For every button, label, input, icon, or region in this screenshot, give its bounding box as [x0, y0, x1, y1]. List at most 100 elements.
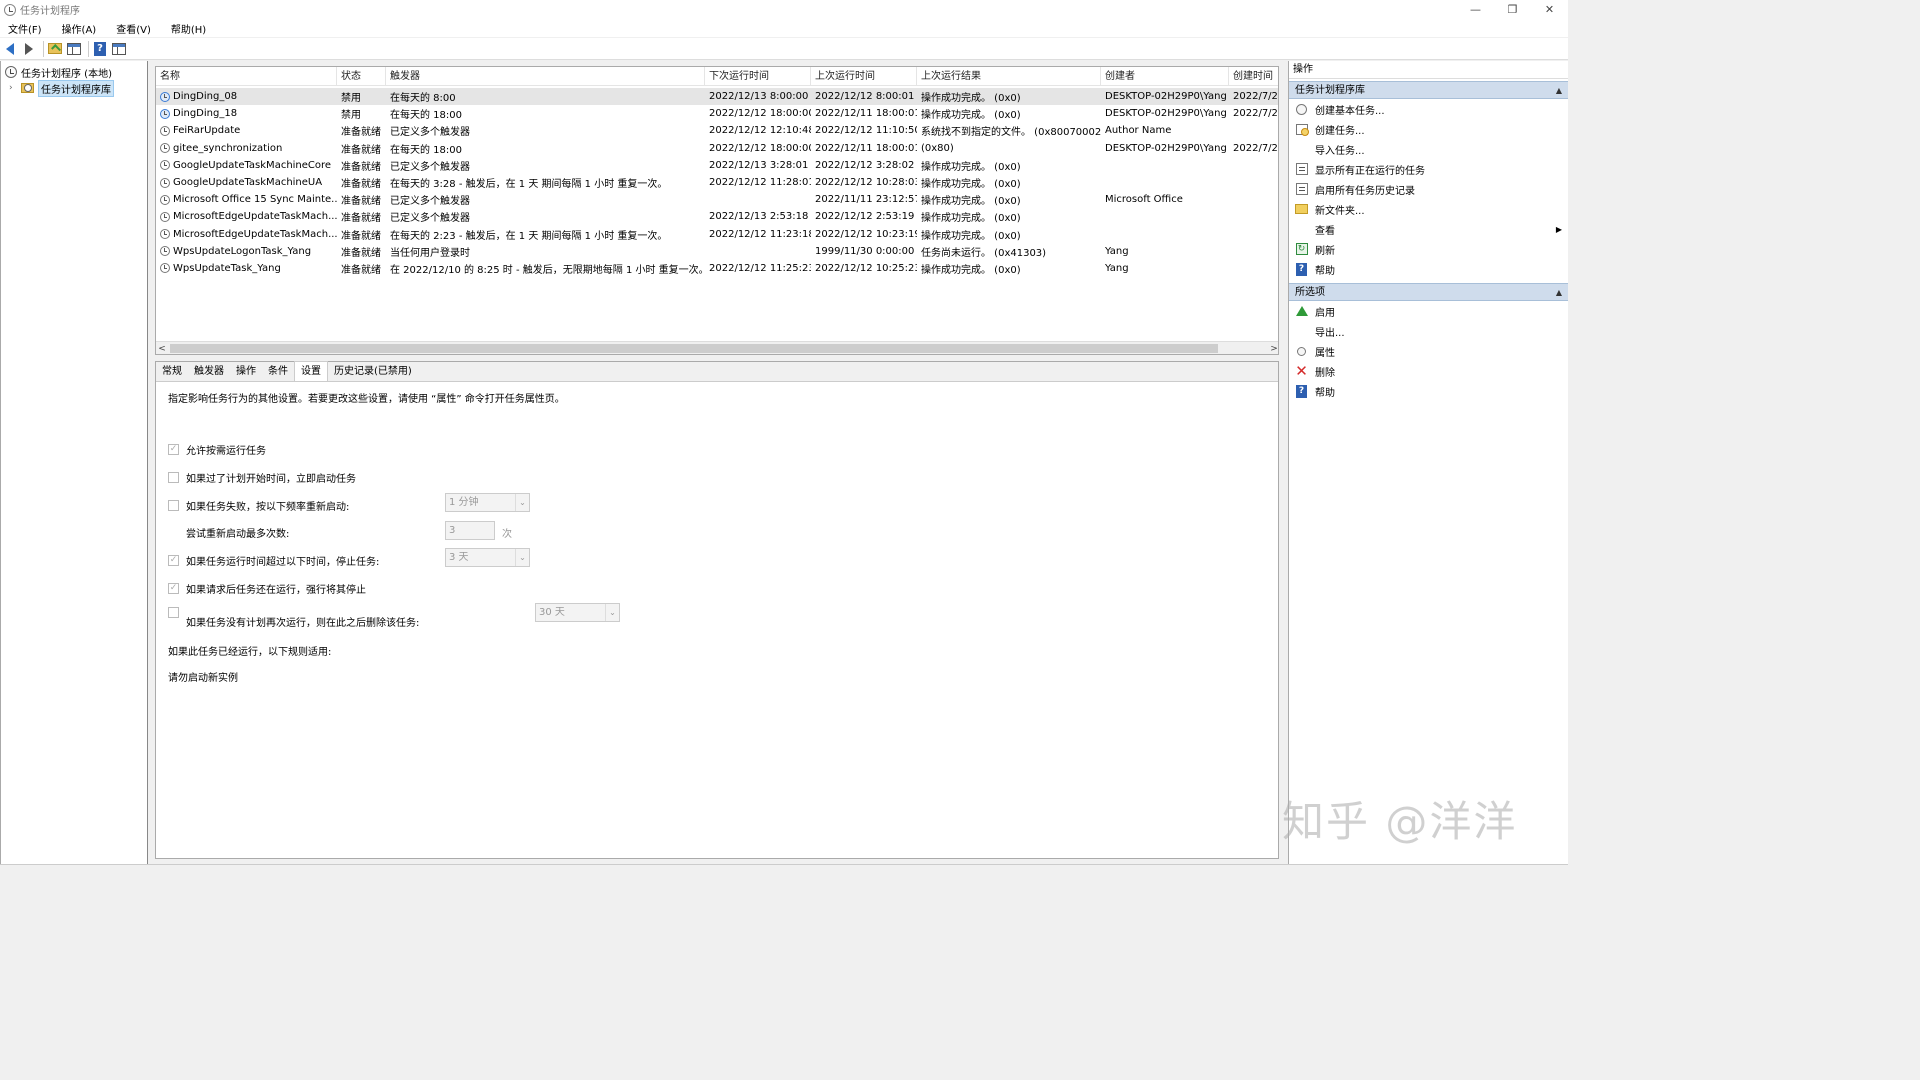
- column-header-trigger[interactable]: 触发器: [386, 67, 705, 86]
- option-allow-on-demand[interactable]: ✓ 允许按需运行任务: [168, 442, 266, 457]
- task-row[interactable]: WpsUpdateLogonTask_Yang 准备就绪 当任何用户登录时 1999/…: [156, 243, 1278, 260]
- minimize-button[interactable]: —: [1457, 0, 1494, 19]
- option-run-missed-start[interactable]: 如果过了计划开始时间，立即启动任务: [168, 470, 356, 485]
- task-row[interactable]: DingDing_08 禁用 在每天的 8:00 2022/12/13 8:00:00…: [156, 88, 1278, 106]
- option-force-stop[interactable]: ✓ 如果请求后任务还在运行，强行将其停止: [168, 581, 366, 596]
- tree-item-library[interactable]: › 任务计划程序库: [1, 79, 147, 97]
- action-create-basic-task[interactable]: 创建基本任务...: [1289, 99, 1568, 119]
- task-row[interactable]: WpsUpdateTask_Yang 准备就绪在 2022/12/10 的 8:2…: [156, 260, 1278, 277]
- forward-button[interactable]: [21, 41, 37, 57]
- task-row[interactable]: GoogleUpdateTaskMachineCore 准备就绪 已定义多个触发器 2…: [156, 157, 1278, 174]
- menu-action[interactable]: 操作(A): [58, 21, 101, 36]
- action-show-running[interactable]: 显示所有正在运行的任务: [1289, 159, 1568, 179]
- folder-icon: [1295, 203, 1308, 216]
- action-properties[interactable]: 属性: [1289, 341, 1568, 361]
- column-header-last-result[interactable]: 上次运行结果: [917, 67, 1101, 86]
- restart-interval-select[interactable]: 1 分钟 ⌄: [445, 493, 530, 512]
- task-cell-author: DESKTOP-02H29P0\Yang: [1105, 142, 1227, 154]
- checkbox[interactable]: [168, 607, 179, 618]
- action-group-selected[interactable]: 所选项 ▲: [1289, 283, 1568, 301]
- action-delete[interactable]: ✕ 删除: [1289, 361, 1568, 381]
- tab-history[interactable]: 历史记录(已禁用): [328, 363, 418, 381]
- menu-view[interactable]: 查看(V): [112, 21, 155, 36]
- checkbox[interactable]: [168, 500, 179, 511]
- up-level-button[interactable]: [47, 41, 63, 57]
- toolbar: ?: [0, 38, 1568, 60]
- action-import-task[interactable]: 导入任务...: [1289, 139, 1568, 159]
- task-cell-last: 2022/12/12 2:53:19: [815, 211, 915, 223]
- back-arrow-icon: [6, 42, 14, 55]
- tab-settings[interactable]: 设置: [294, 361, 328, 381]
- column-header-name[interactable]: 名称: [156, 67, 337, 86]
- checkbox[interactable]: [168, 472, 179, 483]
- toolbar-separator: [88, 40, 89, 57]
- task-name-text: gitee_synchronization: [173, 142, 283, 154]
- task-name-text: WpsUpdateLogonTask_Yang: [173, 245, 312, 257]
- task-row[interactable]: FeiRarUpdate 准备就绪 已定义多个触发器 2022/12/12 12:10…: [156, 122, 1278, 139]
- help-button[interactable]: ?: [92, 41, 108, 57]
- retry-count-input[interactable]: 3: [445, 521, 495, 540]
- collapse-arrow-icon[interactable]: ▲: [1556, 82, 1562, 100]
- blank-icon: [1295, 325, 1308, 338]
- column-header-author[interactable]: 创建者: [1101, 67, 1229, 86]
- task-cell-name: FeiRarUpdate: [156, 125, 337, 136]
- collapse-arrow-icon[interactable]: ▲: [1556, 284, 1562, 302]
- tree-library-label: 任务计划程序库: [38, 79, 114, 97]
- chevron-down-icon: ⌄: [605, 604, 619, 621]
- task-row[interactable]: MicrosoftEdgeUpdateTaskMach... 准备就绪 在每天的 2…: [156, 226, 1278, 243]
- scrollbar-thumb[interactable]: [170, 344, 1218, 353]
- action-refresh[interactable]: ↻ 刷新: [1289, 239, 1568, 259]
- action-label: 导出...: [1315, 327, 1345, 339]
- scroll-right-icon[interactable]: >: [1268, 342, 1278, 354]
- task-row[interactable]: DingDing_18 禁用 在每天的 18:00 2022/12/12 18:00:…: [156, 105, 1278, 122]
- action-group-library[interactable]: 任务计划程序库 ▲: [1289, 81, 1568, 99]
- menu-help[interactable]: 帮助(H): [167, 21, 210, 36]
- show-hide-tree-button[interactable]: [66, 41, 82, 57]
- checkbox[interactable]: ✓: [168, 583, 179, 594]
- task-clock-icon: [160, 246, 170, 257]
- horizontal-scrollbar[interactable]: < >: [156, 341, 1278, 354]
- column-header-created[interactable]: 创建时间: [1229, 67, 1278, 86]
- action-label: 启用: [1315, 307, 1335, 319]
- action-export[interactable]: 导出...: [1289, 321, 1568, 341]
- option-restart-on-fail[interactable]: 如果任务失败，按以下频率重新启动:: [168, 498, 349, 513]
- action-create-task[interactable]: 创建任务...: [1289, 119, 1568, 139]
- show-action-pane-button[interactable]: [111, 41, 127, 57]
- column-header-last-run[interactable]: 上次运行时间: [811, 67, 917, 86]
- close-button[interactable]: ✕: [1531, 0, 1568, 19]
- back-button[interactable]: [2, 41, 18, 57]
- task-cell-result: 操作成功完成。 (0x0): [921, 230, 1021, 242]
- task-cell-author: Yang: [1105, 262, 1129, 274]
- restore-button[interactable]: ❐: [1494, 0, 1531, 19]
- task-list: 名称 状态 触发器 下次运行时间 上次运行时间 上次运行结果 创建者 创建时间 …: [155, 66, 1279, 355]
- tab-general[interactable]: 常规: [156, 363, 188, 381]
- option-stop-if-runs-long[interactable]: ✓ 如果任务运行时间超过以下时间，停止任务:: [168, 553, 379, 568]
- option-delete-if-not-scheduled[interactable]: 如果任务没有计划再次运行，则在此之后删除该任务:: [168, 602, 419, 629]
- task-row[interactable]: Microsoft Office 15 Sync Mainte... 准备就绪 已定…: [156, 191, 1278, 208]
- checkbox[interactable]: ✓: [168, 444, 179, 455]
- checkbox[interactable]: ✓: [168, 555, 179, 566]
- show-hide-console-tree-icon: [67, 42, 81, 55]
- action-help-selected[interactable]: ? 帮助: [1289, 381, 1568, 401]
- tab-conditions[interactable]: 条件: [262, 363, 294, 381]
- task-row[interactable]: GoogleUpdateTaskMachineUA 准备就绪 在每天的 3:28 -…: [156, 174, 1278, 191]
- tree-item-root[interactable]: 任务计划程序 (本地): [1, 64, 147, 80]
- action-enable[interactable]: 启用: [1289, 301, 1568, 321]
- task-row[interactable]: gitee_synchronization 准备就绪 在每天的 18:00 2022/…: [156, 140, 1278, 157]
- action-new-folder[interactable]: 新文件夹...: [1289, 199, 1568, 219]
- tab-actions[interactable]: 操作: [230, 363, 262, 381]
- expand-arrow-icon[interactable]: ›: [9, 83, 17, 93]
- action-help[interactable]: ? 帮助: [1289, 259, 1568, 279]
- column-header-status[interactable]: 状态: [337, 67, 386, 86]
- settings-description: 指定影响任务行为的其他设置。若要更改这些设置，请使用 “属性” 命令打开任务属性…: [168, 394, 565, 405]
- action-view[interactable]: 查看 ▶: [1289, 219, 1568, 239]
- menu-file[interactable]: 文件(F): [4, 21, 46, 36]
- delete-after-select[interactable]: 30 天 ⌄: [535, 603, 620, 622]
- stop-after-select[interactable]: 3 天 ⌄: [445, 548, 530, 567]
- scroll-left-icon[interactable]: <: [156, 342, 168, 354]
- column-header-next-run[interactable]: 下次运行时间: [705, 67, 811, 86]
- task-row[interactable]: MicrosoftEdgeUpdateTaskMach... 准备就绪 已定义多个触…: [156, 208, 1278, 225]
- tab-triggers[interactable]: 触发器: [188, 363, 230, 381]
- toolbar-separator: [43, 40, 44, 57]
- action-enable-history[interactable]: 启用所有任务历史记录: [1289, 179, 1568, 199]
